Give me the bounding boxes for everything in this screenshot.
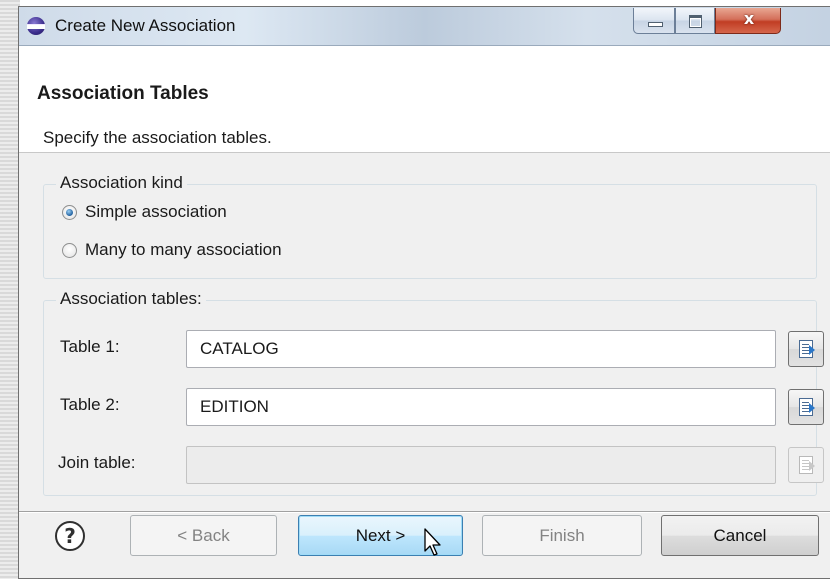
join-table-label: Join table: [58, 453, 136, 472]
cancel-button[interactable]: Cancel [661, 515, 819, 556]
radio-label: Many to many association [85, 240, 282, 259]
dialog-window: Create New Association x Association Tab… [18, 6, 830, 579]
page-title: Association Tables [37, 83, 209, 104]
close-button[interactable]: x [715, 8, 781, 34]
maximize-icon [689, 15, 702, 28]
radio-simple-association[interactable]: Simple association [62, 201, 227, 223]
join-table-browse-button [788, 447, 824, 483]
finish-button[interactable]: Finish [482, 515, 642, 556]
table1-field[interactable]: CATALOG [186, 330, 776, 368]
browse-table-icon [799, 456, 815, 474]
table2-browse-button[interactable] [788, 389, 824, 425]
help-icon[interactable]: ? [55, 521, 85, 551]
eclipse-icon [27, 17, 45, 35]
minimize-button[interactable] [633, 8, 675, 34]
browse-table-icon [799, 398, 815, 416]
footer-divider [19, 511, 830, 513]
radio-label: Simple association [85, 202, 227, 221]
association-kind-legend: Association kind [56, 173, 187, 193]
table1-label: Table 1: [60, 337, 120, 356]
table2-field[interactable]: EDITION [186, 388, 776, 426]
page-description: Specify the association tables. [43, 128, 272, 147]
maximize-button[interactable] [675, 8, 715, 34]
background-window-edge [0, 0, 20, 579]
association-kind-group: Association kind Simple association Many… [43, 173, 817, 279]
association-tables-legend: Association tables: [56, 289, 206, 309]
table2-label: Table 2: [60, 395, 120, 414]
radio-unselected-icon[interactable] [62, 242, 77, 258]
join-table-field [186, 446, 776, 484]
mouse-pointer-icon [424, 528, 441, 556]
wizard-header: Association Tables Specify the associati… [19, 46, 830, 153]
radio-selected-icon[interactable] [62, 204, 77, 220]
radio-many-to-many-association[interactable]: Many to many association [62, 239, 282, 261]
back-button[interactable]: < Back [130, 515, 277, 556]
title-bar[interactable]: Create New Association x [19, 7, 830, 46]
table1-browse-button[interactable] [788, 331, 824, 367]
minimize-icon [648, 22, 663, 27]
close-icon: x [743, 9, 755, 28]
window-title: Create New Association [55, 16, 236, 35]
browse-table-icon [799, 340, 815, 358]
association-tables-group: Association tables: Table 1: CATALOG Tab… [43, 289, 824, 496]
